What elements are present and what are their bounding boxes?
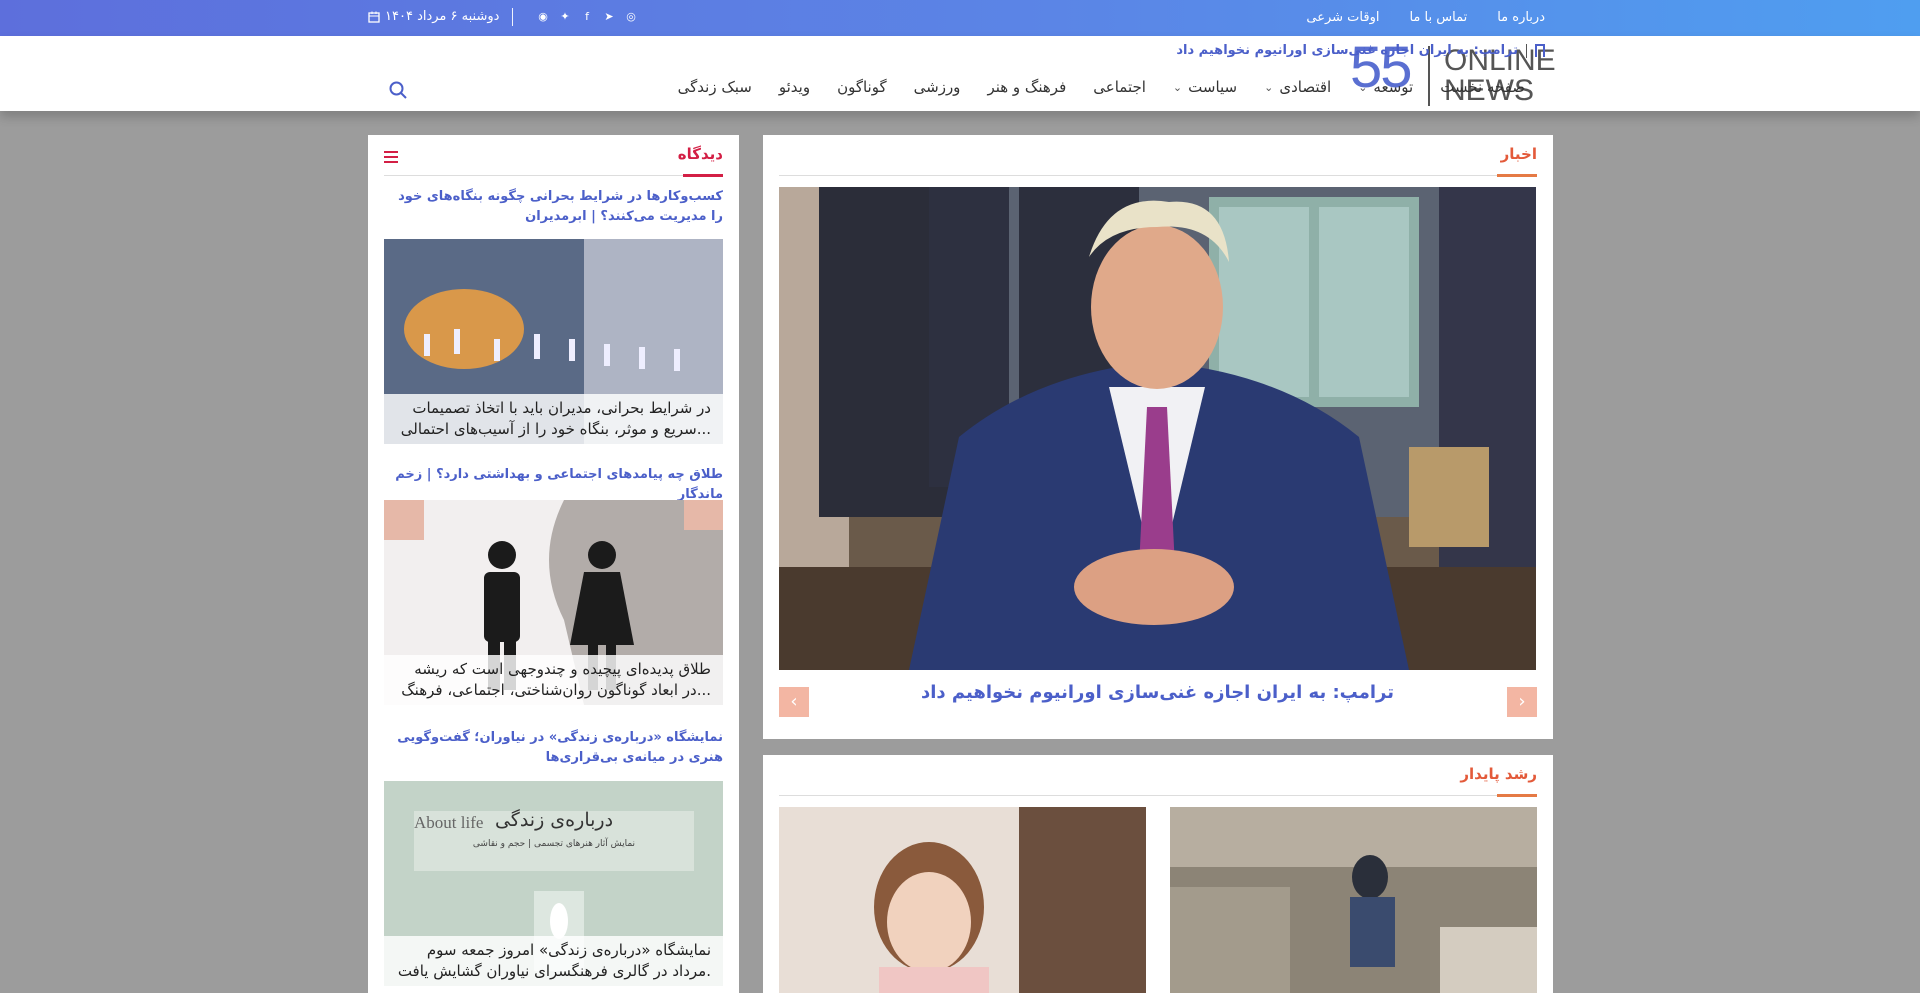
article-excerpt: در شرایط بحرانی، مدیران باید با اتخاذ تص… — [384, 394, 723, 444]
opinion-sidebar: دیدگاه کسب‌وکارها در شرایط بحرانی چگونه … — [368, 135, 739, 993]
poster-caption: نمایش آثار هنرهای تجسمی | حجم و نقاشی — [472, 839, 636, 849]
nav-item[interactable]: گوناگون — [837, 78, 887, 96]
nav-item[interactable]: اجتماعی — [1093, 78, 1146, 96]
nav-item-label: سیاست — [1188, 78, 1238, 96]
article-title[interactable]: کسب‌وکارها در شرایط بحرانی چگونه بنگاه‌ه… — [383, 187, 723, 227]
article-title[interactable]: طلاق چه پیامدهای اجتماعی و بهداشتی دارد؟… — [383, 465, 723, 505]
about-link[interactable]: درباره ما — [1497, 10, 1545, 25]
calendar-icon — [368, 11, 380, 23]
top-links: درباره ما تماس با ما اوقات شرعی — [1306, 10, 1545, 25]
top-bar: درباره ما تماس با ما اوقات شرعی دوشنبه ۶… — [0, 0, 1920, 36]
contact-link[interactable]: تماس با ما — [1409, 10, 1467, 25]
article-title[interactable]: نمایشگاه «درباره‌ی زندگی» در نیاوران؛ گف… — [383, 728, 723, 768]
bookmark-icon — [1535, 44, 1545, 57]
search-icon[interactable] — [388, 80, 408, 100]
ticker-text[interactable]: ترامپ: به ایران اجازه غنی‌سازی اورانیوم … — [1176, 43, 1518, 58]
hero-headline[interactable]: ترامپ: به ایران اجازه غنی‌سازی اورانیوم … — [779, 682, 1536, 703]
poster-subtitle-en: About life — [414, 813, 484, 832]
article-card[interactable]: در شرایط بحرانی، مدیران باید با اتخاذ تص… — [384, 239, 723, 444]
article-card[interactable]: طلاق پدیده‌ای پیچیده و چندوجهی است که ری… — [384, 500, 723, 705]
social-links: ◉ ✦ f ➤ ◎ — [536, 10, 638, 24]
hero-image[interactable] — [779, 187, 1536, 670]
nav-item[interactable]: سبک زندگی — [678, 78, 752, 96]
next-arrow-icon[interactable]: › — [1507, 687, 1537, 717]
instagram-icon[interactable]: ◎ — [624, 10, 638, 24]
nav-item-label: صفحه نخست — [1440, 78, 1525, 96]
main-nav: صفحه نخست توسعه ⌄ اقتصادی ⌄ سیاست ⌄ اجتماعی فرهن… — [678, 78, 1525, 96]
section-title[interactable]: دیدگاه — [678, 145, 723, 163]
nav-item-label: ورزشی — [913, 78, 961, 96]
nav-item[interactable]: صفحه نخست — [1440, 78, 1525, 96]
site-header: 55 ONLINE NEWS ترامپ: به ایران اجازه غنی… — [0, 35, 1920, 111]
chevron-down-icon: ⌄ — [1358, 80, 1368, 94]
nav-item-label: ویدئو — [778, 78, 811, 96]
article-card[interactable]: درباره‌ی زندگی About life نمایش آثار هنر… — [384, 781, 723, 986]
nav-item[interactable]: ویدئو — [779, 78, 810, 96]
chevron-down-icon: ⌄ — [1172, 80, 1183, 94]
section-title[interactable]: اخبار — [1501, 145, 1537, 163]
nav-item-label: اجتماعی — [1093, 78, 1146, 96]
article-excerpt: طلاق پدیده‌ای پیچیده و چندوجهی است که ری… — [384, 655, 723, 705]
nav-item[interactable]: توسعه ⌄ — [1358, 78, 1413, 96]
date-display: دوشنبه ۶ مرداد ۱۴۰۴ — [368, 9, 499, 24]
nav-item[interactable]: سیاست ⌄ — [1173, 78, 1237, 96]
article-thumbnail[interactable] — [779, 807, 1146, 993]
nav-item-label: اقتصادی — [1279, 78, 1332, 96]
twitter-icon[interactable]: ✦ — [558, 10, 572, 24]
prev-arrow-icon[interactable]: ‹ — [779, 687, 809, 717]
nav-item-label: گوناگون — [837, 78, 887, 96]
divider — [512, 8, 513, 26]
menu-icon[interactable] — [384, 151, 398, 163]
news-section: اخبار ترامپ: به ایران اجازه غنی‌سازی اور… — [763, 135, 1553, 739]
nav-item-label: فرهنگ و هنر — [987, 78, 1067, 96]
nav-item-label: توسعه — [1373, 78, 1414, 96]
nav-item-label: سبک زندگی — [677, 78, 752, 96]
sustainable-section: رشد پایدار — [763, 755, 1553, 993]
facebook-icon[interactable]: f — [580, 10, 594, 24]
telegram-icon[interactable]: ➤ — [602, 10, 616, 24]
news-ticker[interactable]: ترامپ: به ایران اجازه غنی‌سازی اورانیوم … — [1176, 43, 1545, 58]
nav-item[interactable]: اقتصادی ⌄ — [1264, 78, 1331, 96]
hero-photo — [779, 187, 1536, 670]
section-title[interactable]: رشد پایدار — [1460, 765, 1537, 783]
article-excerpt: نمایشگاه «درباره‌ی زندگی» امروز جمعه سوم… — [384, 936, 723, 986]
date-text: دوشنبه ۶ مرداد ۱۴۰۴ — [385, 9, 500, 24]
chevron-down-icon: ⌄ — [1264, 80, 1274, 94]
rss-icon[interactable]: ◉ — [536, 10, 550, 24]
prayer-times-link[interactable]: اوقات شرعی — [1306, 10, 1379, 25]
nav-item[interactable]: فرهنگ و هنر — [987, 78, 1066, 96]
nav-item[interactable]: ورزشی — [914, 78, 961, 96]
article-thumbnail[interactable] — [1170, 807, 1537, 993]
